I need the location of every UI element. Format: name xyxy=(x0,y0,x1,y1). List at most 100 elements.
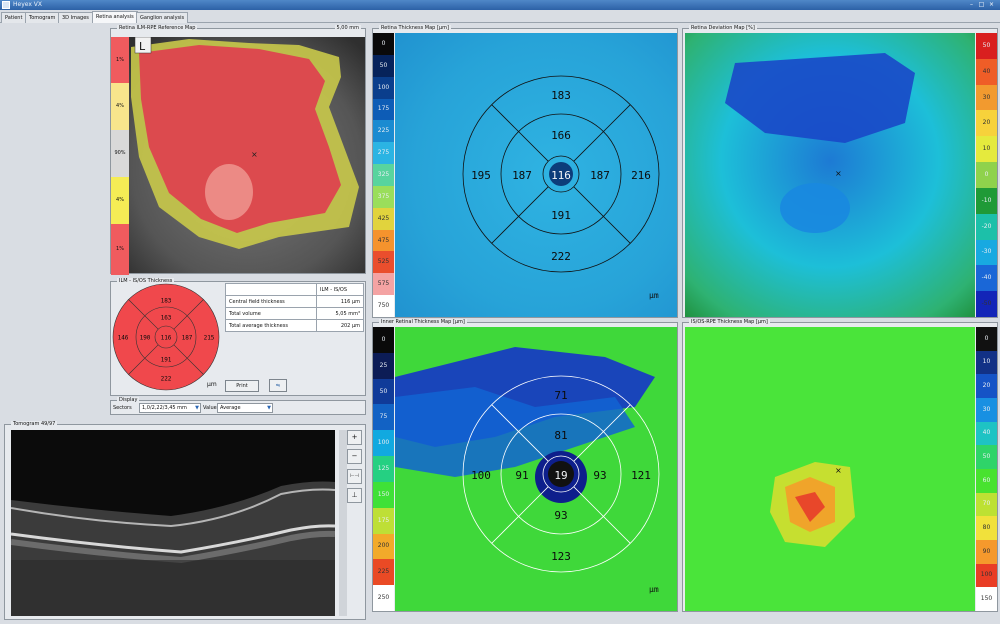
grid-value: 191 xyxy=(161,357,172,364)
scale-tick-label: 100 xyxy=(377,439,390,447)
scale-tick-label: 100 xyxy=(980,571,993,579)
window-title: Heyex VX xyxy=(13,1,43,8)
fit-width-icon[interactable]: ⊢⊣ xyxy=(347,469,362,484)
scale-cell: 0 xyxy=(373,327,394,353)
scale-cell: 90 xyxy=(976,540,997,564)
zoom-in-icon[interactable]: + xyxy=(347,430,362,445)
tab-3d-images[interactable]: 3D Images xyxy=(58,12,93,23)
scale-cell: -40 xyxy=(976,265,997,292)
isos-rpe-panel: IS/OS-RPE Thickness Map [µm] × 0 10 20 30 40… xyxy=(682,319,998,612)
scale-tick-label: -10 xyxy=(981,196,992,204)
scale-tick-label: 275 xyxy=(377,149,390,157)
scale-cell: 125 xyxy=(373,456,394,482)
grid-value: 93 xyxy=(593,469,606,482)
legend-cell: 1% xyxy=(111,37,129,83)
legend-cell: 1% xyxy=(111,224,129,275)
scale-cell: -30 xyxy=(976,239,997,266)
scale-tick-label: 50 xyxy=(982,453,991,461)
grid-value: 187 xyxy=(590,169,610,182)
sectors-select[interactable]: 1,0/2,22/3,45 mm ▼ xyxy=(139,403,201,413)
scale-tick-label: -50 xyxy=(981,300,992,308)
table-row: Total volume 5,05 mm³ xyxy=(224,307,364,320)
reference-fundus-map[interactable]: × L xyxy=(129,37,365,273)
tab-retina-analysis[interactable]: Retina analysis xyxy=(92,11,138,23)
scale-cell: 50 xyxy=(976,445,997,469)
value-select[interactable]: Average ▼ xyxy=(217,403,273,413)
app-icon xyxy=(2,1,10,9)
legend-cell: 90% xyxy=(111,130,129,177)
scale-tick-label: 100 xyxy=(377,83,390,91)
minimize-button[interactable]: – xyxy=(968,1,975,8)
retina-thickness-panel: Retina Thickness Map [µm] 0 50 100 175 225 27… xyxy=(372,25,678,318)
retina-deviation-map[interactable]: × xyxy=(685,33,975,317)
map-label: Inner Retinal Thickness Map [µm] xyxy=(379,319,467,325)
table-row: Total average thickness 202 µm xyxy=(224,319,364,332)
oct-bscan-image[interactable] xyxy=(11,430,335,616)
grid-value: 81 xyxy=(554,429,567,442)
isos-colorbar: 0 10 20 30 40 50 60 70 80 90 100 150 xyxy=(976,327,997,611)
print-button[interactable]: Print xyxy=(225,380,259,392)
scale-cell: 40 xyxy=(976,421,997,446)
scale-tick-label: 75 xyxy=(379,413,388,421)
scale-cell: 80 xyxy=(976,516,997,540)
scale-cell: 475 xyxy=(373,229,394,252)
tomogram-scrollbar[interactable] xyxy=(339,430,347,616)
tab-patient[interactable]: Patient xyxy=(1,12,27,23)
export-button[interactable]: ⇋ xyxy=(269,379,287,392)
map-label: Retina Thickness Map [µm] xyxy=(379,25,451,31)
scale-tick-label: -20 xyxy=(981,222,992,230)
grid-value: 123 xyxy=(551,550,571,563)
maximize-button[interactable]: □ xyxy=(978,1,985,8)
scale-tick-label: 325 xyxy=(377,170,390,178)
scale-cell: 525 xyxy=(373,251,394,274)
scale-tick-label: -40 xyxy=(981,274,992,282)
scale-cell: 250 xyxy=(373,585,394,611)
grid-value: 100 xyxy=(471,469,491,482)
fit-height-icon[interactable]: ⊥ xyxy=(347,488,362,503)
scale-cell: 20 xyxy=(976,110,997,137)
scale-cell: 60 xyxy=(976,469,997,493)
retina-thickness-map[interactable]: 183 166 195 187 116 187 216 191 222 xyxy=(395,33,677,317)
etdrs-grid-chart: 183 163 146 190 116 187 215 191 222 xyxy=(112,283,220,391)
tab-ganglion-analysis[interactable]: Ganglion analysis xyxy=(136,12,189,23)
scale-cell: 50 xyxy=(373,54,394,77)
reference-legend: 1% 4% 90% 4% 1% xyxy=(111,37,129,275)
scale-tick-label: 375 xyxy=(377,192,390,200)
scale-tick-label: 175 xyxy=(377,105,390,113)
scale-tick-label: 125 xyxy=(377,464,390,472)
grid-value: 216 xyxy=(631,169,651,182)
scale-cell: 750 xyxy=(373,295,394,317)
zoom-out-icon[interactable]: − xyxy=(347,449,362,464)
display-panel: Display Sectors 1,0/2,22/3,45 mm ▼ Value… xyxy=(110,397,366,415)
scale-cell: 75 xyxy=(373,404,394,431)
table-header-empty xyxy=(224,283,318,296)
close-button[interactable]: × xyxy=(988,1,995,8)
chevron-down-icon: ▼ xyxy=(195,405,199,411)
legend-cell: 4% xyxy=(111,83,129,130)
grid-value: 166 xyxy=(551,129,571,142)
isos-rpe-map[interactable]: × xyxy=(685,327,975,611)
scale-tick-label: 0 xyxy=(381,335,386,343)
deviation-colorbar: 50 40 30 20 10 0 -10 -20 -30 -40 -50 xyxy=(976,33,997,317)
grid-value: 191 xyxy=(551,209,571,222)
map-unit: µm xyxy=(649,291,659,300)
grid-value: 187 xyxy=(512,169,532,182)
scale-cell: -10 xyxy=(976,187,997,214)
scale-tick-label: 30 xyxy=(982,93,991,101)
scale-cell: 325 xyxy=(373,164,394,186)
inner-retinal-map[interactable]: 71 81 100 91 19 93 121 93 123 xyxy=(395,327,677,611)
scale-tick-label: 30 xyxy=(982,405,991,413)
scale-cell: 425 xyxy=(373,207,394,230)
scale-tick-label: 0 xyxy=(381,39,386,47)
scale-cell: 100 xyxy=(373,76,394,99)
scale-cell: 375 xyxy=(373,185,394,208)
scale-tick-label: 70 xyxy=(982,500,991,508)
value-label: Value xyxy=(203,405,217,411)
scale-cell: 225 xyxy=(373,120,394,143)
scale-tick-label: 175 xyxy=(377,516,390,524)
table-header: ILM - IS/OS xyxy=(316,283,364,296)
tab-tomogram[interactable]: Tomogram xyxy=(25,12,60,23)
svg-text:×: × xyxy=(835,466,842,475)
grid-value: 116 xyxy=(551,169,571,182)
scale-tick-label: 150 xyxy=(980,595,993,603)
